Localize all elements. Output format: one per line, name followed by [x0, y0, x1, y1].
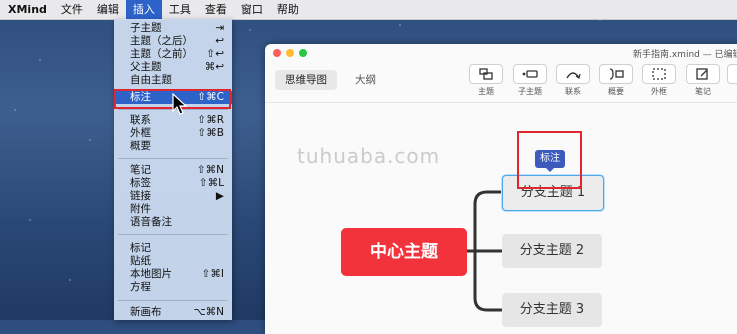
relationship-icon [556, 64, 590, 84]
tool-label: 联系 [565, 87, 581, 96]
tool-label: 外框 [651, 87, 667, 96]
minimize-window-button[interactable] [286, 49, 294, 57]
zoom-window-button[interactable] [299, 49, 307, 57]
toolbar: 思维导图 大纲 主题 子主题 联系 概要 外框 笔记 [265, 62, 737, 103]
topic-icon [469, 64, 503, 84]
menu-separator [118, 300, 228, 301]
menu-view[interactable]: 查看 [198, 0, 234, 19]
menu-item-local-image[interactable]: 本地图片 ⇧⌘I [114, 268, 232, 281]
menu-item-summary[interactable]: 概要 [114, 140, 232, 153]
tool-label: 笔记 [695, 87, 711, 96]
menu-item-subtopic[interactable]: 子主题 ⇥ [114, 22, 232, 35]
tool-label: 主题 [478, 87, 494, 96]
menu-window[interactable]: 窗口 [234, 0, 270, 19]
menu-item-new-sheet[interactable]: 新画布 ⌥⌘N [114, 306, 232, 319]
menu-item-link[interactable]: 链接 ▶ [114, 190, 232, 203]
menu-item-boundary[interactable]: 外框 ⇧⌘B [114, 127, 232, 140]
menu-item-sticker[interactable]: 贴纸 [114, 255, 232, 268]
menu-item-parent-topic[interactable]: 父主题 ⌘↩ [114, 61, 232, 74]
menu-item-marker[interactable]: 标记 [114, 242, 232, 255]
close-window-button[interactable] [273, 49, 281, 57]
insert-summary-button[interactable]: 概要 [599, 64, 633, 97]
menu-bar: XMind 文件 编辑 插入 工具 查看 窗口 帮助 [0, 0, 737, 20]
menu-item-equation[interactable]: 方程 [114, 281, 232, 294]
summary-icon [599, 64, 633, 84]
note-icon [686, 64, 720, 84]
menu-item-topic-before[interactable]: 主题（之前） ⇧↩ [114, 48, 232, 61]
insert-note-button[interactable]: 笔记 [686, 64, 720, 97]
callout-highlight-box [517, 131, 582, 189]
menu-separator [118, 234, 228, 235]
subtopic-icon [513, 64, 547, 84]
tab-outline[interactable]: 大纲 [345, 70, 386, 90]
more-tools-button[interactable] [727, 64, 737, 84]
menu-xmind[interactable]: XMind [0, 0, 54, 19]
tab-mindmap[interactable]: 思维导图 [275, 70, 337, 90]
central-topic[interactable]: 中心主题 [341, 228, 467, 276]
menu-item-floating-topic[interactable]: 自由主题 [114, 74, 232, 87]
menu-item-topic-after[interactable]: 主题（之后） ↩ [114, 35, 232, 48]
window-title: 新手指南.xmind — 已编辑 [633, 50, 737, 60]
insert-boundary-button[interactable]: 外框 [642, 64, 676, 97]
title-bar: 新手指南.xmind — 已编辑 [265, 44, 737, 62]
branch-topic-2[interactable]: 分支主题 2 [502, 234, 602, 268]
menu-separator [118, 158, 228, 159]
insert-topic-button[interactable]: 主题 [469, 64, 503, 97]
insert-relationship-button[interactable]: 联系 [556, 64, 590, 97]
tool-label: 子主题 [518, 87, 542, 96]
connector-lines [467, 190, 502, 312]
menu-item-note[interactable]: 笔记 ⇧⌘N [114, 164, 232, 177]
insert-subtopic-button[interactable]: 子主题 [513, 64, 547, 97]
tool-label: 概要 [608, 87, 624, 96]
menu-item-attachment[interactable]: 附件 [114, 203, 232, 216]
insert-menu-dropdown: 子主题 ⇥ 主题（之后） ↩ 主题（之前） ⇧↩ 父主题 ⌘↩ 自由主题 标注 ⇧⌘C 联… [114, 19, 232, 320]
boundary-icon [642, 64, 676, 84]
menu-tools[interactable]: 工具 [162, 0, 198, 19]
menu-item-audio-note[interactable]: 语音备注 [114, 216, 232, 229]
menu-edit[interactable]: 编辑 [90, 0, 126, 19]
more-icon [727, 64, 737, 84]
menu-help[interactable]: 帮助 [270, 0, 306, 19]
menu-insert[interactable]: 插入 [125, 0, 162, 19]
branch-topic-3[interactable]: 分支主题 3 [502, 293, 602, 327]
mindmap-canvas[interactable]: tuhuaba.com 中心主题 分支主题 1 分支主题 2 分支主题 3 标注 [265, 103, 737, 334]
xmind-window: 新手指南.xmind — 已编辑 思维导图 大纲 主题 子主题 联系 概要 外框… [265, 44, 737, 334]
menu-item-label[interactable]: 标签 ⇧⌘L [114, 177, 232, 190]
menu-file[interactable]: 文件 [54, 0, 90, 19]
mouse-cursor-icon [172, 93, 188, 115]
